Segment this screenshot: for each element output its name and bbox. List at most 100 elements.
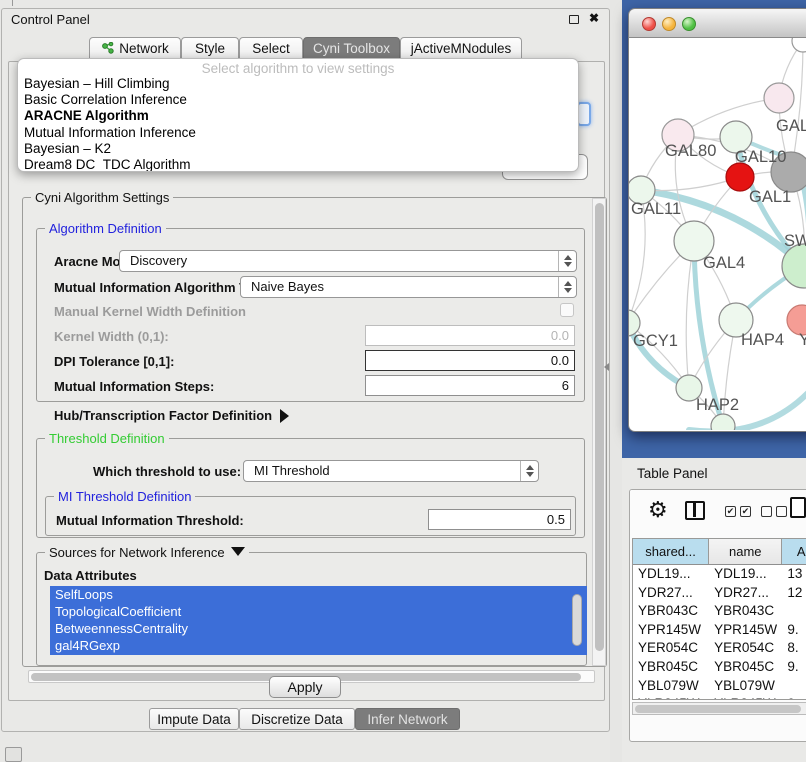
table-hscrollbar[interactable]: [632, 702, 806, 715]
cyni-settings-legend: Cyni Algorithm Settings: [31, 190, 173, 205]
list-scrollbar-thumb[interactable]: [572, 594, 582, 646]
network-node-gal[interactable]: [764, 83, 794, 113]
bottom-tab-infer-network[interactable]: Infer Network: [355, 708, 460, 730]
panel-divider-gutter[interactable]: [610, 0, 622, 762]
minimized-panel-button[interactable]: [5, 747, 22, 762]
column-header-name[interactable]: name: [709, 539, 782, 564]
manual-kernel-checkbox[interactable]: [560, 303, 574, 317]
aracne-mode-select[interactable]: Discovery: [119, 250, 577, 272]
bottom-tab-impute-data[interactable]: Impute Data: [149, 708, 239, 730]
table-row[interactable]: YBR043CYBR043C: [633, 602, 806, 621]
checked-pair-icon[interactable]: ✔✔: [725, 506, 751, 517]
table-cell: YLR345W: [633, 695, 709, 700]
close-window-icon[interactable]: [642, 17, 656, 31]
network-view-window[interactable]: GALGAL80GAL10GAL1GAL11SWI4GAL4GCY1HAP4YH…: [628, 8, 806, 432]
zoom-window-icon[interactable]: [682, 17, 696, 31]
tab-style[interactable]: Style: [181, 37, 239, 60]
sources-legend-label: Sources for Network Inference: [49, 545, 225, 560]
node-label: GCY1: [633, 332, 678, 350]
close-panel-icon[interactable]: ✖: [589, 11, 599, 25]
column-header-shared[interactable]: shared...: [633, 539, 709, 564]
attribute-list-item[interactable]: gal4RGexp: [50, 637, 587, 654]
manual-kernel-label: Manual Kernel Width Definition: [54, 304, 246, 319]
mi-threshold-legend: MI Threshold Definition: [54, 489, 195, 504]
dropdown-item[interactable]: ARACNE Algorithm: [18, 108, 578, 124]
network-edge[interactable]: [641, 177, 740, 191]
dropdown-item[interactable]: Basic Correlation Inference: [18, 92, 578, 108]
table-cell: YBR043C: [709, 602, 782, 621]
focused-combo-fragment: [577, 102, 591, 126]
node-label: GAL10: [735, 148, 786, 166]
node-attribute-table[interactable]: shared...nameA YDL19...YDL19...13YDR27..…: [632, 538, 806, 700]
stepper-icon[interactable]: [520, 461, 538, 481]
node-label: GAL4: [703, 254, 745, 272]
tab-network[interactable]: Network: [89, 37, 181, 60]
tab-jactivemnodules[interactable]: jActiveMNodules: [400, 37, 522, 60]
stepper-icon[interactable]: [558, 251, 576, 271]
table-row[interactable]: YPR145WYPR145W9.: [633, 621, 806, 640]
table-cell: YBL079W: [633, 677, 709, 696]
network-node-gal1[interactable]: [726, 163, 754, 191]
network-icon: [101, 42, 115, 55]
network-desktop: GALGAL80GAL10GAL1GAL11SWI4GAL4GCY1HAP4YH…: [622, 0, 806, 458]
mi-steps-field[interactable]: [365, 375, 575, 396]
table-row[interactable]: YDL19...YDL19...13: [633, 565, 806, 584]
data-attributes-list[interactable]: SelfLoopsTopologicalCoefficientBetweenne…: [50, 586, 587, 655]
mi-threshold-field[interactable]: [428, 509, 571, 530]
attribute-list-item[interactable]: TopologicalCoefficient: [50, 603, 587, 620]
table-cell: [782, 602, 806, 621]
which-threshold-select[interactable]: MI Threshold: [243, 460, 539, 482]
table-rows: YDL19...YDL19...13YDR27...YDR27...12YBR0…: [633, 565, 806, 700]
dropdown-item[interactable]: Mutual Information Inference: [18, 125, 578, 141]
apply-button[interactable]: Apply: [269, 676, 341, 698]
table-cell: YPR145W: [633, 621, 709, 640]
network-window-titlebar[interactable]: [628, 8, 806, 38]
network-canvas[interactable]: GALGAL80GAL10GAL1GAL11SWI4GAL4GCY1HAP4YH…: [628, 38, 806, 432]
network-node[interactable]: [792, 38, 806, 52]
table-cell: 9.: [782, 695, 806, 700]
control-panel-window: Control Panel ✖ NetworkStyleSelectCyni T…: [1, 8, 610, 732]
unchecked-pair-icon[interactable]: [761, 506, 787, 517]
table-row[interactable]: YER054CYER054C8.: [633, 639, 806, 658]
attribute-list-item[interactable]: SelfLoops: [50, 586, 587, 603]
document-icon[interactable]: [790, 497, 806, 518]
bottom-tab-discretize-data[interactable]: Discretize Data: [239, 708, 355, 730]
node-label: GAL: [776, 117, 806, 135]
settings-vscrollbar-thumb[interactable]: [595, 203, 604, 651]
right-triangle-icon: [280, 409, 289, 423]
table-cell: YER054C: [633, 639, 709, 658]
attribute-list-item[interactable]: BetweennessCentrality: [50, 620, 587, 637]
hub-definition-label: Hub/Transcription Factor Definition: [54, 408, 272, 423]
dropdown-item[interactable]: Dream8 DC_TDC Algorithm: [18, 157, 578, 172]
float-panel-icon[interactable]: [569, 15, 579, 24]
table-panel: Table Panel ⚙ ✔✔ shared...nameA YDL19...…: [622, 458, 806, 762]
stepper-icon[interactable]: [558, 277, 576, 297]
node-label: GAL1: [749, 188, 791, 206]
data-attributes-label: Data Attributes: [44, 568, 137, 583]
table-row[interactable]: YLR345WYLR345W9.: [633, 695, 806, 700]
table-cell: YBR043C: [633, 602, 709, 621]
hub-definition-toggle[interactable]: Hub/Transcription Factor Definition: [54, 408, 289, 423]
dropdown-item[interactable]: Bayesian – K2: [18, 141, 578, 157]
sources-legend[interactable]: Sources for Network Inference: [45, 545, 249, 560]
kernel-width-field[interactable]: [365, 325, 575, 346]
gear-icon[interactable]: ⚙: [648, 498, 668, 523]
table-row[interactable]: YBR045CYBR045C9.: [633, 658, 806, 677]
minimize-window-icon[interactable]: [662, 17, 676, 31]
split-columns-icon[interactable]: [685, 501, 705, 520]
mi-type-select[interactable]: Naive Bayes: [240, 276, 577, 298]
splitter-arrow-icon[interactable]: [604, 363, 609, 371]
dropdown-item[interactable]: Bayesian – Hill Climbing: [18, 76, 578, 92]
table-row[interactable]: YBL079WYBL079W: [633, 677, 806, 696]
column-header-A[interactable]: A: [782, 539, 806, 564]
tab-cyni-toolbox[interactable]: Cyni Toolbox: [303, 37, 400, 60]
tab-select[interactable]: Select: [239, 37, 303, 60]
tab-label: Style: [195, 41, 225, 56]
table-hscrollbar-thumb[interactable]: [635, 705, 801, 714]
threshold-definition-legend: Threshold Definition: [45, 431, 169, 446]
dpi-tolerance-field[interactable]: [365, 350, 575, 371]
table-row[interactable]: YDR27...YDR27...12: [633, 584, 806, 603]
settings-vscrollbar[interactable]: [592, 198, 606, 666]
network-node[interactable]: [711, 414, 735, 430]
tab-label: Select: [252, 41, 290, 56]
